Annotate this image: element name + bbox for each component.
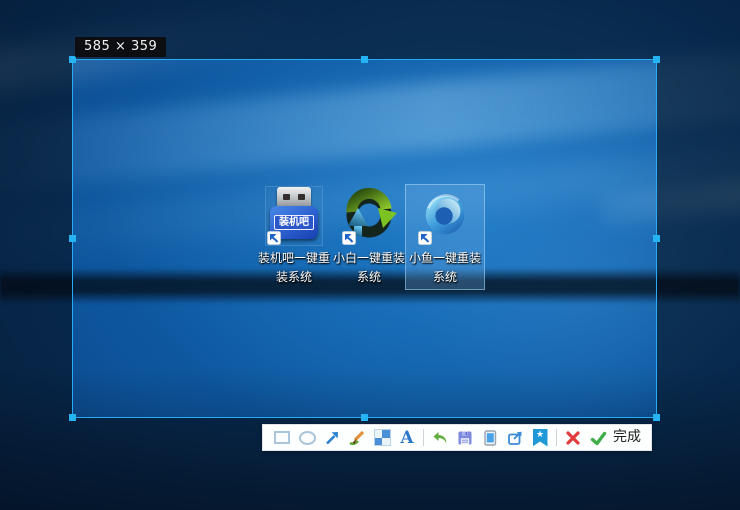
send-to-device-button[interactable] bbox=[481, 429, 499, 447]
selection-handle-nw[interactable] bbox=[69, 56, 76, 63]
selection-dimensions-label: 585 × 359 bbox=[75, 37, 166, 57]
undo-button[interactable] bbox=[431, 429, 449, 447]
screenshot-capture-screen: 装机吧 装机吧一键重 装系统 bbox=[0, 0, 740, 510]
selection-handle-w[interactable] bbox=[69, 235, 76, 242]
checkmark-icon bbox=[589, 429, 608, 447]
arrow-icon bbox=[323, 429, 341, 447]
rectangle-tool-button[interactable] bbox=[273, 429, 291, 447]
selection-handle-ne[interactable] bbox=[653, 56, 660, 63]
ellipse-icon bbox=[299, 431, 316, 445]
pin-star-icon: ★ bbox=[533, 429, 548, 447]
selection-handle-se[interactable] bbox=[653, 414, 660, 421]
selection-handle-s[interactable] bbox=[361, 414, 368, 421]
cancel-x-icon bbox=[564, 429, 582, 447]
mosaic-tool-button[interactable] bbox=[373, 429, 391, 447]
share-button[interactable] bbox=[506, 429, 524, 447]
capture-toolbar: A bbox=[262, 424, 652, 451]
ellipse-tool-button[interactable] bbox=[298, 429, 316, 447]
brush-icon bbox=[348, 429, 366, 447]
save-button[interactable] bbox=[456, 429, 474, 447]
selection-handle-n[interactable] bbox=[361, 56, 368, 63]
share-icon bbox=[506, 429, 524, 447]
cancel-button[interactable] bbox=[564, 429, 582, 447]
star-glyph: ★ bbox=[536, 429, 544, 447]
selection-handle-e[interactable] bbox=[653, 235, 660, 242]
text-tool-button[interactable]: A bbox=[398, 429, 416, 447]
confirm-button[interactable]: 完成 bbox=[589, 424, 641, 451]
brush-tool-button[interactable] bbox=[348, 429, 366, 447]
toolbar-separator bbox=[556, 429, 557, 446]
pin-button[interactable]: ★ bbox=[531, 429, 549, 447]
rectangle-icon bbox=[274, 431, 290, 444]
confirm-label: 完成 bbox=[613, 424, 641, 451]
selection-handle-sw[interactable] bbox=[69, 414, 76, 421]
mosaic-icon bbox=[375, 430, 390, 445]
text-tool-icon: A bbox=[400, 429, 413, 447]
save-icon bbox=[456, 429, 474, 447]
capture-selection-region[interactable] bbox=[72, 59, 657, 418]
undo-icon bbox=[431, 429, 449, 447]
device-icon bbox=[481, 429, 499, 447]
toolbar-separator bbox=[423, 429, 424, 446]
arrow-tool-button[interactable] bbox=[323, 429, 341, 447]
